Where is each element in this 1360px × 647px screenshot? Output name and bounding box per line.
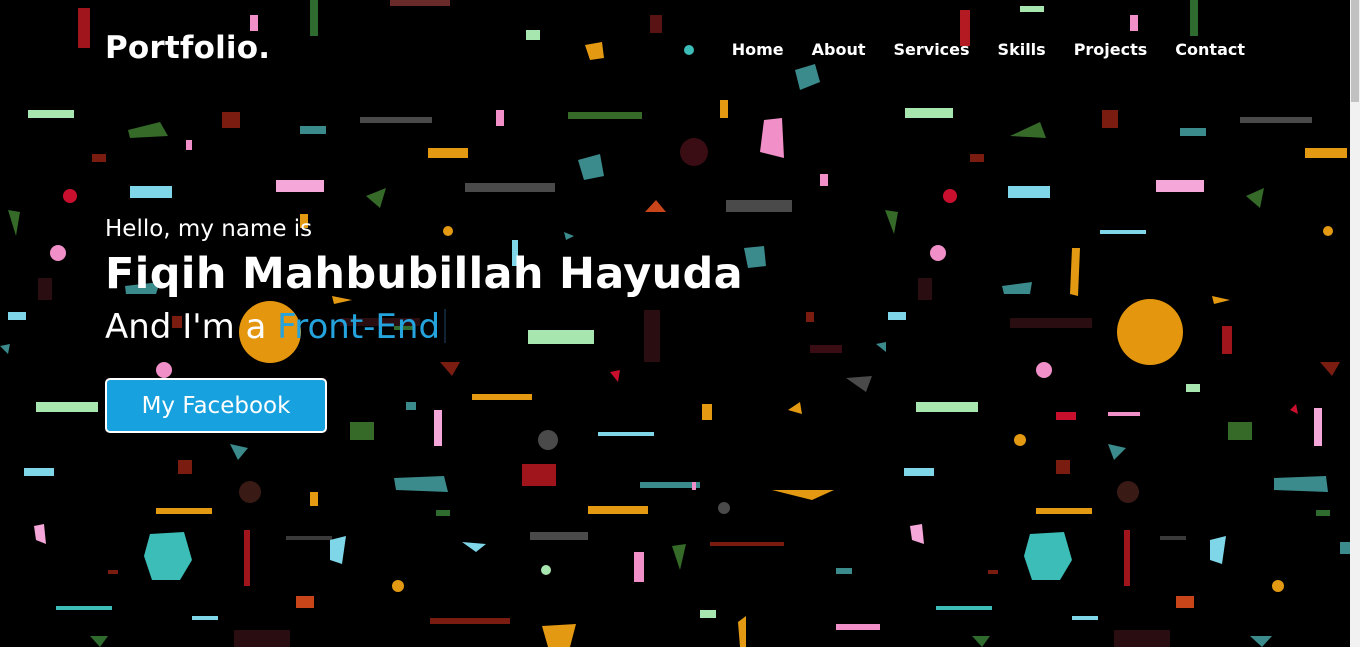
typing-cursor	[444, 309, 447, 343]
nav-menu: Home About Services Skills Projects Cont…	[732, 40, 1245, 59]
scrollbar[interactable]	[1350, 0, 1360, 647]
greeting-text: Hello, my name is	[105, 216, 313, 242]
nav-item-skills[interactable]: Skills	[998, 40, 1046, 59]
role-prefix: And I'm a	[105, 307, 278, 347]
nav-item-projects[interactable]: Projects	[1074, 40, 1148, 59]
hero-name: Fiqih Mahbubillah Hayuda	[105, 249, 743, 299]
nav-item-services[interactable]: Services	[894, 40, 970, 59]
facebook-button[interactable]: My Facebook	[105, 378, 327, 433]
nav-item-contact[interactable]: Contact	[1175, 40, 1245, 59]
navbar: Portfolio. Home About Services Skills Pr…	[0, 0, 1350, 100]
page: Portfolio. Home About Services Skills Pr…	[0, 0, 1360, 647]
role-line: And I'm a Front-End	[105, 302, 743, 352]
nav-item-about[interactable]: About	[812, 40, 866, 59]
role-typed-text: Front-End	[277, 307, 441, 347]
nav-item-home[interactable]: Home	[732, 40, 784, 59]
scrollbar-thumb[interactable]	[1351, 0, 1359, 102]
logo[interactable]: Portfolio.	[105, 30, 270, 66]
hero-section: Hello, my name is Fiqih Mahbubillah Hayu…	[105, 212, 743, 433]
